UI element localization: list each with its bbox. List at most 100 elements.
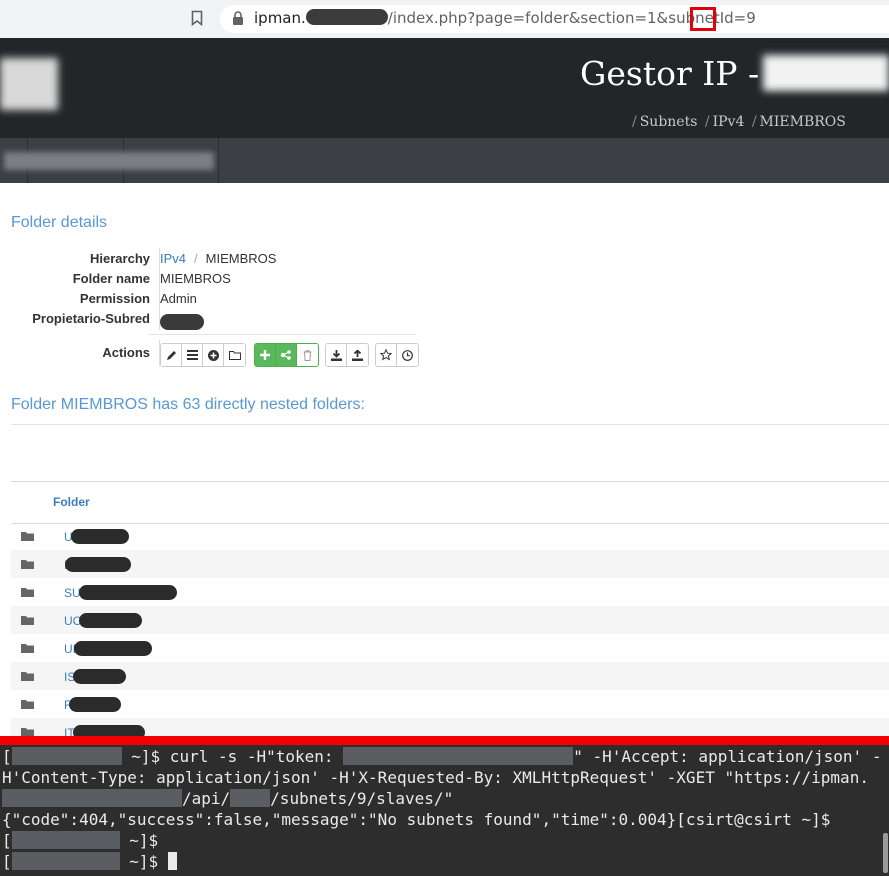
folder-icon [21, 560, 34, 569]
redaction [160, 314, 204, 330]
terminal-line: [ ~]$ [2, 831, 159, 850]
hierarchy-row: Hierarchy IPv4/MIEMBROS [11, 251, 889, 271]
plus-icon [260, 350, 270, 360]
lock-icon[interactable] [232, 11, 244, 26]
nav-bar [0, 138, 889, 183]
redaction [230, 789, 271, 807]
edit-button-group [160, 343, 246, 367]
folder-icon [21, 616, 34, 625]
folder-icon [21, 532, 34, 541]
app-title: Gestor IP - [580, 54, 889, 93]
url-text[interactable]: ipman./index.php?page=folder&section=1&s… [254, 9, 756, 27]
folder-name-link[interactable]: I [64, 557, 132, 572]
folder-column-header[interactable]: Folder [53, 495, 90, 509]
folder-row[interactable]: I [11, 550, 889, 578]
add-button[interactable] [255, 344, 276, 366]
terminal-line: H'Content-Type: application/json' -H'X-R… [2, 768, 869, 787]
folder-icon [21, 672, 34, 681]
history-icon [402, 349, 413, 361]
import-export-group [325, 343, 369, 367]
favourite-button[interactable] [376, 344, 397, 366]
green-button-group [254, 343, 319, 367]
redaction [305, 9, 388, 25]
folder-icon [21, 700, 34, 709]
redaction [343, 747, 574, 765]
share-icon [280, 350, 291, 360]
add-folder-button[interactable] [224, 344, 245, 366]
breadcrumb-current: MIEMBROS [759, 114, 846, 130]
favourite-group [375, 343, 419, 367]
folder-row[interactable]: UC [11, 606, 889, 634]
folder-name-link[interactable]: UC [64, 613, 143, 628]
folder-name-link[interactable]: U [64, 529, 129, 544]
details-title: Folder details [11, 214, 108, 231]
redaction [11, 852, 120, 870]
share-button[interactable] [276, 344, 297, 366]
breadcrumb-subnets[interactable]: Subnets [640, 114, 698, 130]
folder-name-link[interactable]: F [64, 697, 122, 712]
trash-icon [303, 349, 312, 361]
folder-icon [228, 351, 241, 360]
permission-row: Permission Admin [11, 291, 889, 311]
actions-label: Actions [102, 345, 150, 360]
folder-name-link[interactable]: UI [64, 641, 152, 656]
download-icon [330, 349, 342, 361]
redaction [11, 747, 122, 765]
download-button[interactable] [326, 344, 347, 366]
redaction [69, 697, 122, 712]
terminal-line: [ ~]$ curl -s -H"token: " -H'Accept: app… [2, 747, 882, 766]
delete-button[interactable] [297, 344, 318, 366]
bookmark-icon[interactable] [191, 10, 203, 26]
redaction [73, 669, 127, 684]
folder-name-value: MIEMBROS [160, 271, 231, 286]
folder-row[interactable]: F [11, 690, 889, 718]
owner-label: Propietario-Subred [32, 311, 150, 326]
hierarchy-label: Hierarchy [90, 251, 150, 266]
permission-label: Permission [79, 291, 150, 306]
url-host: ipman. [254, 9, 306, 27]
folder-table-header: Folder [11, 481, 889, 524]
app-header: Gestor IP - / Subnets / IPv4 /MIEMBROS [0, 38, 889, 138]
redaction [65, 557, 132, 572]
edit-icon [166, 350, 176, 360]
redaction [4, 152, 214, 170]
terminal-cursor [167, 852, 177, 870]
terminal-scrollbar[interactable] [883, 833, 888, 873]
folder-row[interactable]: IS [11, 662, 889, 690]
folder-row[interactable]: U [11, 522, 889, 550]
owner-row: Propietario-Subred [11, 311, 889, 331]
terminal-line: [ ~]$ [2, 852, 177, 871]
separator [0, 736, 889, 745]
hierarchy-current: MIEMBROS [205, 251, 277, 266]
folder-name-link[interactable]: IS [64, 669, 127, 684]
terminal-output: {"code":404,"success":false,"message":"N… [2, 810, 831, 829]
subnet-id: 9 [746, 9, 756, 27]
breadcrumb-ipv4[interactable]: IPv4 [713, 114, 745, 130]
star-icon [380, 349, 392, 361]
list-icon [186, 350, 198, 360]
folder-name-row: Folder name MIEMBROS [11, 271, 889, 291]
highlight-box [690, 7, 716, 31]
folder-row[interactable]: UI [11, 634, 889, 662]
folder-icon [21, 588, 34, 597]
edit-button[interactable] [161, 344, 182, 366]
add-circle-icon [207, 349, 219, 361]
browser-toolbar: ipman./index.php?page=folder&section=1&s… [0, 0, 889, 38]
nested-folders-title: Folder MIEMBROS has 63 directly nested f… [11, 396, 365, 413]
redaction [763, 55, 889, 91]
terminal[interactable]: [ ~]$ curl -s -H"token: " -H'Accept: app… [0, 745, 889, 876]
hierarchy-link[interactable]: IPv4 [160, 251, 186, 266]
add-subnet-button[interactable] [203, 344, 224, 366]
folder-row[interactable]: SU [11, 578, 889, 606]
breadcrumb: / Subnets / IPv4 /MIEMBROS [632, 114, 846, 130]
logo[interactable] [0, 58, 58, 110]
history-button[interactable] [397, 344, 418, 366]
folder-name-link[interactable]: SU [64, 585, 177, 600]
folder-icon [21, 644, 34, 653]
actions-row: Actions [11, 345, 889, 365]
redaction [70, 529, 129, 544]
permission-value: Admin [160, 291, 197, 306]
list-button[interactable] [182, 344, 203, 366]
upload-button[interactable] [347, 344, 368, 366]
terminal-line: /api//subnets/9/slaves/" [2, 789, 453, 808]
